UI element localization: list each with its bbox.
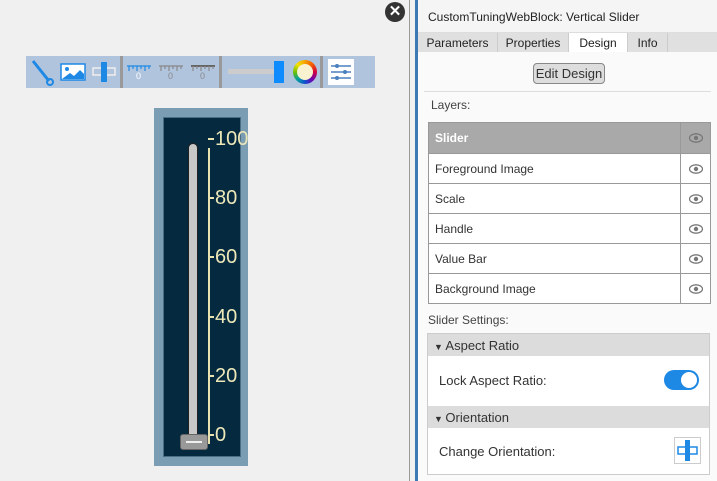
lock-aspect-ratio-label: Lock Aspect Ratio: [439,373,547,388]
slider-handle[interactable] [180,434,208,450]
tab-parameters[interactable]: Parameters [418,33,498,52]
scale-tick-label: 60 [215,246,238,269]
eye-icon[interactable] [680,154,710,183]
needle-icon[interactable] [26,56,58,88]
layer-name: Scale [435,192,466,206]
close-button[interactable]: ✕ [385,2,405,22]
layers-label: Layers: [431,98,471,112]
layer-row[interactable]: Value Bar [429,243,710,273]
eye-icon[interactable] [680,184,710,213]
design-toolbar: 0 0 0 [26,56,375,88]
slider-track[interactable] [188,143,198,443]
image-icon[interactable] [58,56,88,88]
layer-row[interactable]: Background Image [429,273,710,303]
layers-table: Slider Foreground Image Scale Handle Value B… [428,122,711,304]
caret-down-icon: ▼ [434,342,446,352]
settings-sliders-icon[interactable] [323,56,359,88]
tab-info[interactable]: Info [628,33,668,52]
scale-tick-label: 20 [215,364,238,387]
scale-tick-label: 0 [215,424,227,446]
scale-tick [208,197,214,200]
color-wheel-icon[interactable] [290,56,320,88]
property-panel: CustomTuningWebBlock: Vertical Slider Pa… [418,0,717,481]
section-title: Orientation [445,410,510,425]
edit-design-button[interactable]: Edit Design [533,63,605,84]
scale-axis [208,148,210,444]
slider-settings-label: Slider Settings: [428,313,509,327]
layer-name: Background Image [435,282,536,296]
svg-text:0: 0 [136,71,141,80]
section-title: Aspect Ratio [445,338,520,353]
scale-ticks-dark-icon[interactable]: 0 [187,56,219,88]
tab-properties[interactable]: Properties [498,33,569,52]
orientation-header[interactable]: ▼ Orientation [428,406,709,428]
lock-aspect-ratio-toggle[interactable] [664,370,699,390]
change-orientation-button[interactable] [674,437,701,464]
layer-row[interactable]: Scale [429,183,710,213]
svg-text:0: 0 [200,71,205,80]
aspect-ratio-section: ▼ Aspect Ratio Lock Aspect Ratio: [427,333,710,408]
layer-row[interactable]: Slider [429,123,710,153]
scale-tick [208,434,214,436]
scale-tick [208,374,214,377]
eye-icon[interactable] [680,274,710,303]
eye-icon[interactable] [680,244,710,273]
layer-name: Foreground Image [435,162,534,176]
scale-tick [208,315,214,318]
aspect-ratio-header[interactable]: ▼ Aspect Ratio [428,334,709,356]
svg-text:0: 0 [168,71,173,80]
value-bar-icon[interactable] [222,56,290,88]
scale-tick [208,138,214,140]
eye-icon[interactable] [680,214,710,243]
panel-title: CustomTuningWebBlock: Vertical Slider [418,0,717,33]
layer-row[interactable]: Handle [429,213,710,243]
tab-design[interactable]: Design [569,33,628,52]
scale-tick-label: 40 [215,305,238,328]
caret-down-icon: ▼ [434,414,446,424]
scale-tick-label: 100 [215,128,249,150]
scale-ticks-icon[interactable]: 0 [123,56,155,88]
layer-name: Slider [435,131,469,145]
divider [409,0,410,481]
layer-row[interactable]: Foreground Image [429,153,710,183]
divider [424,91,711,92]
handle-icon[interactable] [88,56,120,88]
scale-ticks-gray-icon[interactable]: 0 [155,56,187,88]
eye-icon[interactable] [680,123,710,153]
change-orientation-label: Change Orientation: [439,444,556,459]
scale-tick [208,256,214,259]
layer-name: Value Bar [435,252,487,266]
layer-name: Handle [435,222,474,236]
slider-background: 100 80 60 40 20 0 [163,117,248,457]
vertical-slider-widget: 100 80 60 40 20 0 [154,108,248,466]
scale-tick-label: 80 [215,187,238,210]
tab-bar: Parameters Properties Design Info [418,33,717,52]
orientation-section: ▼ Orientation Change Orientation: [427,406,710,475]
